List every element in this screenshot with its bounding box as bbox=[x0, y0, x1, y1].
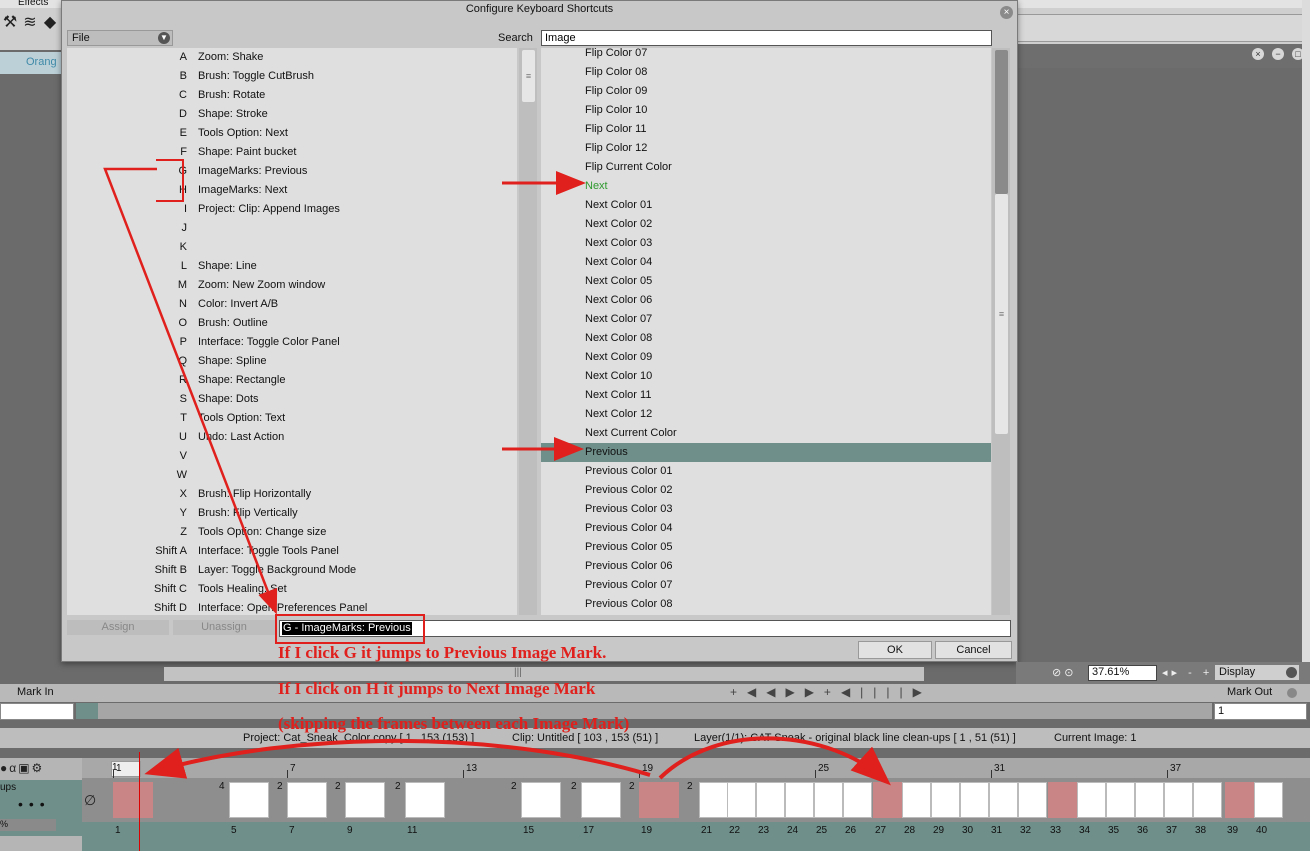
annotation-arrow-next-mark bbox=[658, 736, 891, 786]
annotation-text-3: (skipping the frames between each Image … bbox=[278, 714, 630, 733]
annotation-arrows bbox=[103, 167, 891, 786]
annotation-text-2: If I click on H it jumps to Next Image M… bbox=[278, 679, 596, 698]
annotation-box-shortcut bbox=[275, 614, 425, 644]
annotation-text-1: If I click G it jumps to Previous Image … bbox=[278, 643, 607, 662]
annotation-box-gh bbox=[156, 159, 184, 202]
annotation-arrow-prev-mark bbox=[144, 738, 651, 779]
annotation-arrow-gh bbox=[103, 167, 278, 615]
